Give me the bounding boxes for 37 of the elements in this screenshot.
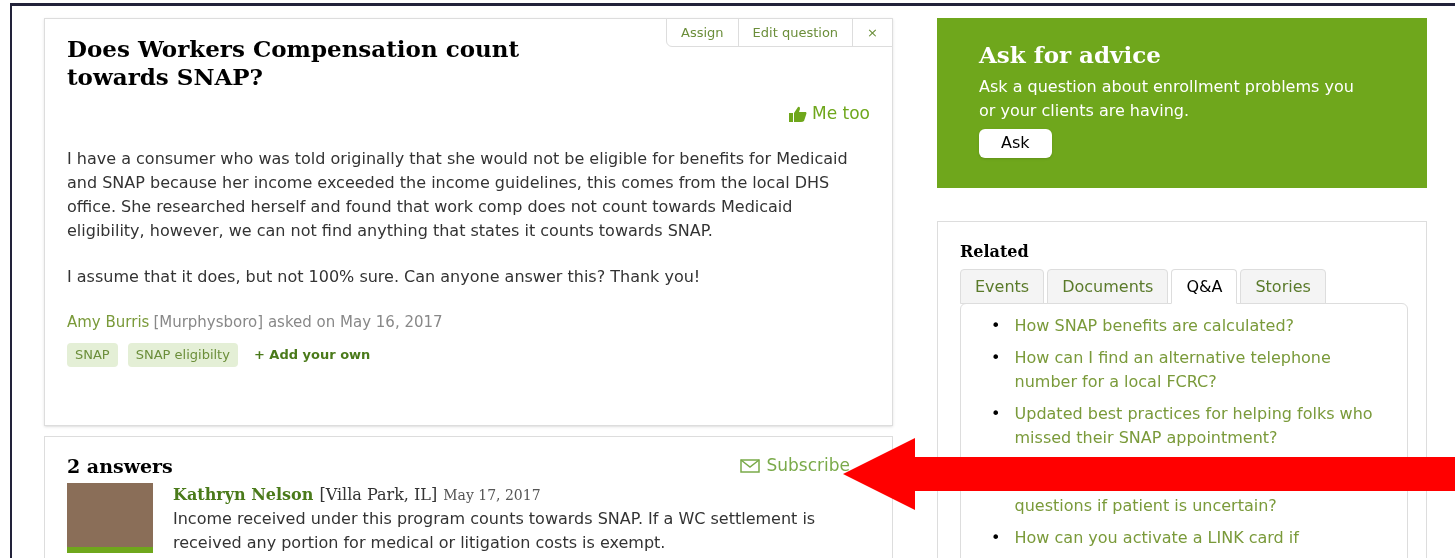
answer-text: Income received under this program counts towards SNAP. If a WC settlement is received any portion for medical or litigation costs is exempt. — [173, 507, 817, 554]
question-text: I assume that it does, but not 100% sure. Can anyone answer this? Thank you! — [67, 265, 702, 288]
me-too-button[interactable]: Me too — [789, 101, 870, 127]
byline: [Murphysboro] asked on May 16, 2017 — [153, 311, 443, 333]
action-button[interactable]: Edit question — [737, 19, 853, 46]
ask-text: Ask a question about enrollment problems you or your clients are having. — [979, 75, 1354, 122]
related-link[interactable]: Updated best practices for helping folks who missed their SNAP appointment? — [1014, 402, 1387, 450]
ask-title: Ask for advice — [979, 40, 1162, 70]
add-tag-link[interactable]: + Add your own — [253, 345, 371, 365]
question-title: Does Workers Compensation count towards SNAP? — [67, 35, 521, 91]
subscribe-button[interactable]: Subscribe — [740, 453, 850, 479]
answer-author-link[interactable]: Kathryn Nelson — [173, 482, 314, 507]
bullet: • — [991, 347, 1002, 369]
tag[interactable]: SNAP — [67, 343, 118, 367]
bullet: • — [991, 403, 1002, 425]
related-link[interactable]: How can I find an alternative telephone number for a local FCRC? — [1014, 346, 1387, 394]
answers-heading: 2 answers — [67, 453, 173, 478]
related-heading: Related — [960, 241, 1030, 263]
action-button[interactable]: Assign — [667, 19, 738, 46]
related-link[interactable]: How SNAP benefits are calculated? — [1014, 314, 1387, 338]
author-link[interactable]: Amy Burris — [67, 310, 150, 333]
thumbs-up-icon — [789, 105, 807, 122]
tab[interactable]: Q&A — [1171, 269, 1238, 304]
tag[interactable]: SNAP eligibilty — [127, 343, 238, 367]
related-link[interactable]: questions if patient is uncertain? — [1014, 494, 1387, 518]
bullet: • — [991, 315, 1002, 337]
answer-location: [Villa Park, IL] — [319, 483, 438, 506]
mail-icon — [740, 458, 761, 473]
related-link[interactable]: How can you activate a LINK card if — [1014, 526, 1387, 550]
tab[interactable]: Stories — [1240, 269, 1326, 304]
question-text: I have a consumer who was told originally that she would not be eligible for benefits for Medicaid and SNAP because her income exceeded the income guidelines, this comes from the local DHS office. She researched herself and found that work comp does not count towards Medicaid eligibility, however, we can not find anything that states it counts towards SNAP. — [67, 147, 849, 242]
bullet: • — [991, 527, 1002, 549]
ask-button[interactable]: Ask — [979, 128, 1052, 158]
tab[interactable]: Documents — [1047, 269, 1169, 304]
close-button[interactable]: × — [852, 19, 892, 46]
tab[interactable]: Events — [960, 269, 1045, 304]
answer-date: May 17, 2017 — [443, 485, 541, 505]
